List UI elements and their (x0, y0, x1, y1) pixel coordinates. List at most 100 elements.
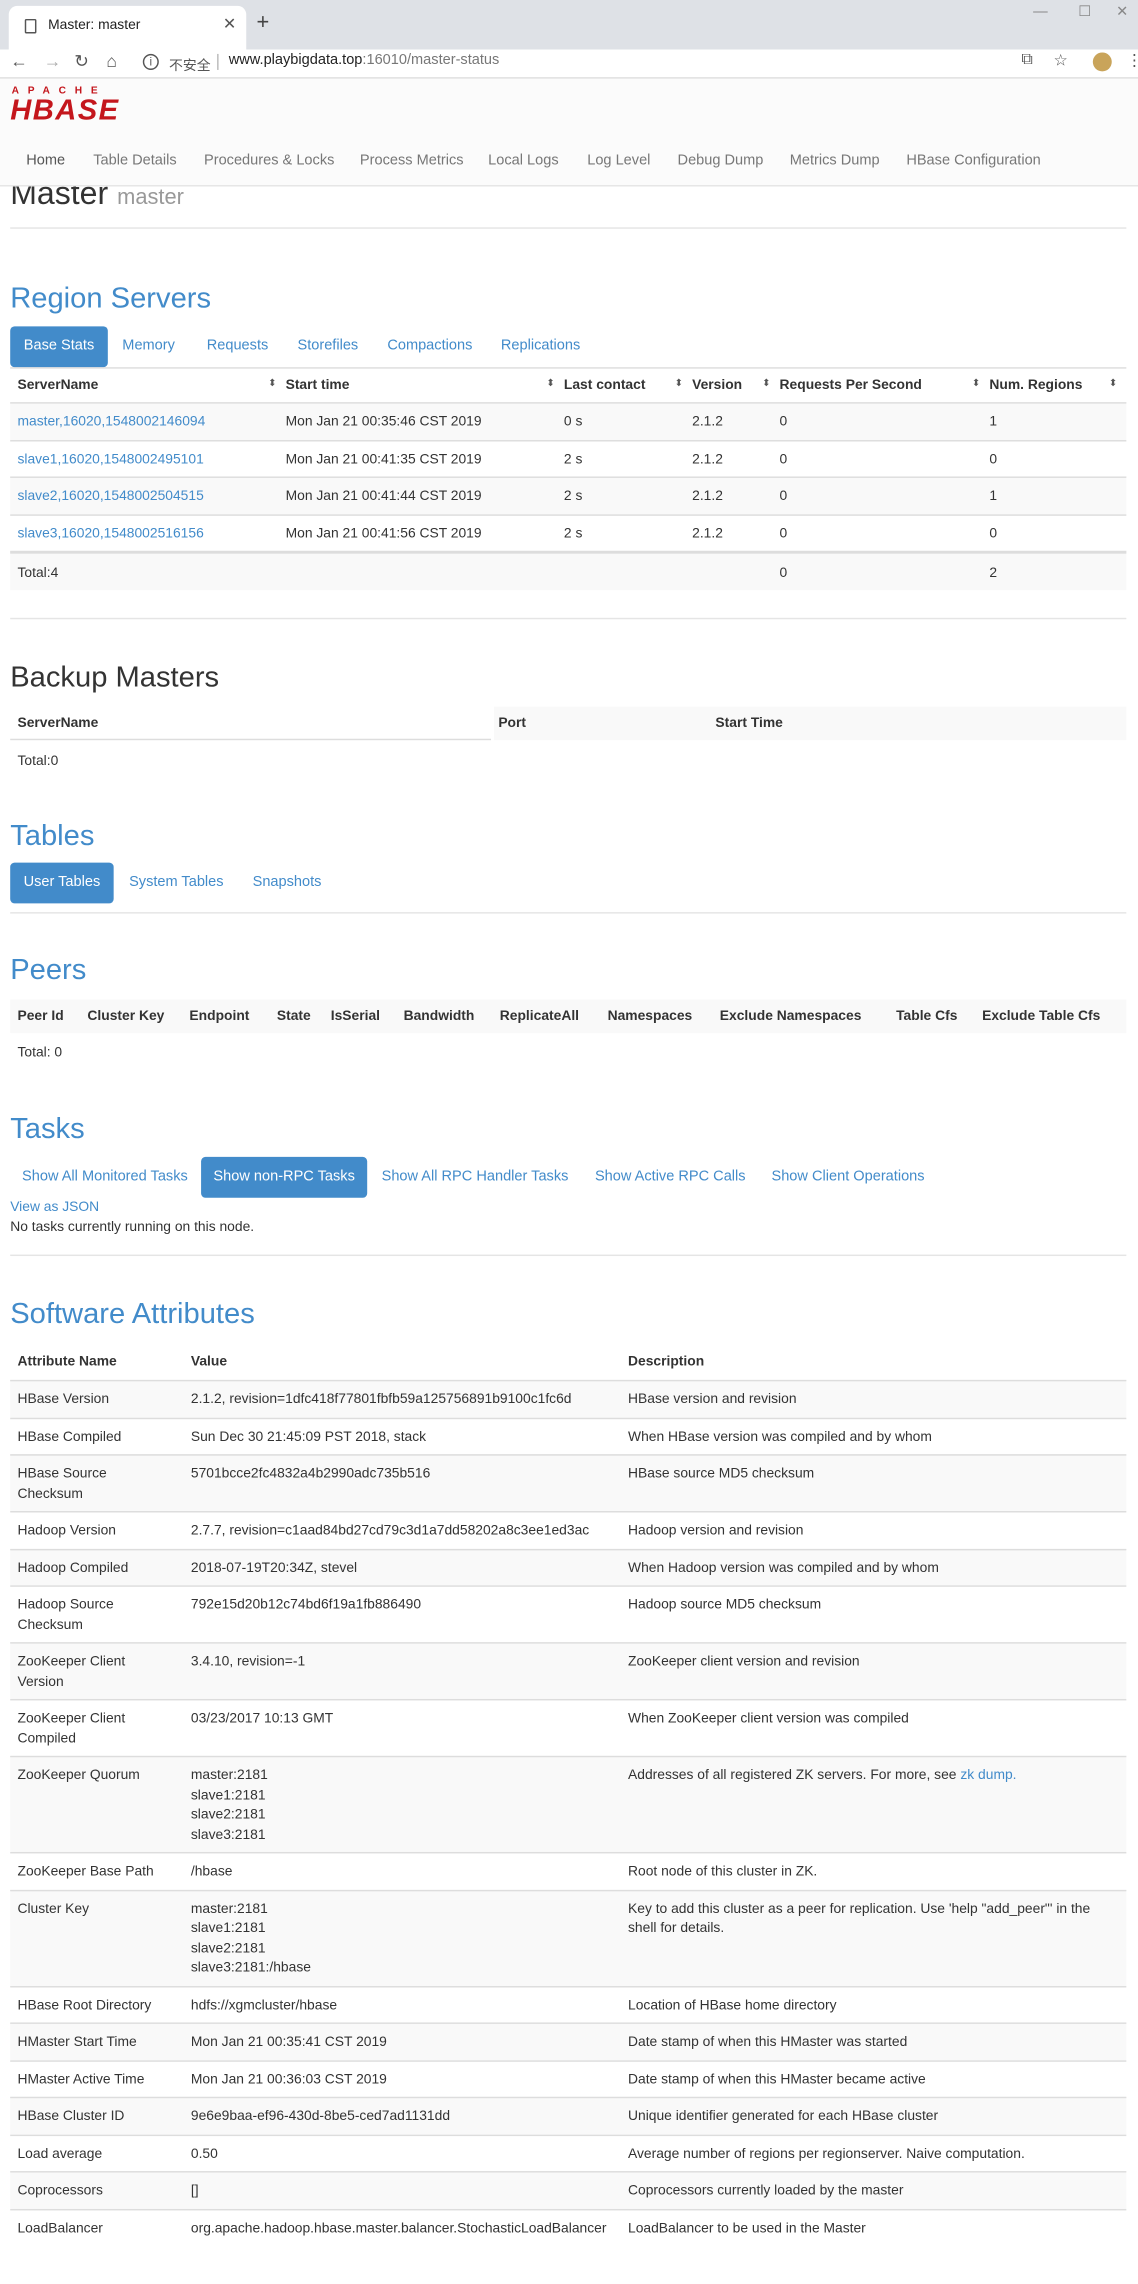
attribute-name: LoadBalancer (17, 2218, 102, 2238)
button-show-all-rpc-handler-tasks[interactable]: Show All RPC Handler Tasks (370, 1157, 580, 1198)
maximize-icon[interactable]: ☐ (1078, 4, 1091, 20)
new-tab-icon[interactable]: + (256, 10, 269, 35)
url-text[interactable]: www.playbigdata.top:16010/master-status (229, 52, 500, 68)
nav-process-metrics[interactable]: Process Metrics (360, 153, 464, 169)
server-name-link[interactable]: master,16020,1548002146094 (17, 412, 205, 432)
tab-replications[interactable]: Replications (491, 326, 590, 367)
server-name-link[interactable]: slave3,16020,1548002516156 (17, 524, 203, 544)
description-text: HBase source MD5 checksum (628, 1465, 815, 1482)
nav-debug-dump[interactable]: Debug Dump (678, 153, 764, 169)
table-cell: Mon Jan 21 00:41:35 CST 2019 (285, 450, 482, 468)
column-header: Start Time (715, 715, 783, 732)
attribute-value-line: master:2181 (190, 1767, 268, 1784)
browser-tab[interactable]: Master: master ✕ (8, 5, 247, 50)
nav-home[interactable]: Home (26, 153, 65, 169)
column-header[interactable]: Requests Per Second (780, 376, 922, 396)
translate-icon[interactable]: ⧉ (1021, 51, 1032, 70)
attribute-name: HMaster Active Time (17, 2070, 144, 2090)
button-show-client-operations[interactable]: Show Client Operations (761, 1157, 936, 1198)
total-requests: 0 (779, 565, 788, 582)
attribute-description: ZooKeeper client version and revision (628, 1652, 860, 1672)
table-cell: 0 (989, 525, 998, 542)
attribute-name: HBase Source Checksum (17, 1464, 106, 1503)
reload-icon[interactable]: ↻ (74, 51, 89, 71)
menu-icon[interactable]: ⋮ (1126, 51, 1138, 69)
home-icon[interactable]: ⌂ (106, 51, 117, 71)
nav-log-level[interactable]: Log Level (587, 153, 650, 169)
server-name-link[interactable]: slave1,16020,1548002495101 (17, 450, 203, 470)
button-show-all-monitored-tasks[interactable]: Show All Monitored Tasks (10, 1157, 199, 1198)
view-as-json-link[interactable]: View as JSON (10, 1199, 99, 1215)
close-window-icon[interactable]: ✕ (1116, 4, 1128, 20)
total-label: Total:4 (17, 565, 59, 582)
table-header: Port Start Time (493, 706, 1127, 741)
nav-hbase-configuration[interactable]: HBase Configuration (906, 153, 1040, 169)
column-header[interactable]: ServerName (17, 376, 98, 396)
attribute-value-line: [] (190, 2182, 199, 2199)
column-header: Port (498, 715, 527, 732)
attribute-description-line: Date stamp of when this HMaster was star… (628, 2033, 907, 2053)
zk-dump-link[interactable]: zk dump. (960, 1767, 1016, 1783)
sort-icon[interactable]: ⬍ (268, 377, 277, 389)
table-row: ZooKeeper Base Path/hbase Root node of th… (10, 1851, 1127, 1889)
column-header[interactable]: Num. Regions (989, 376, 1082, 396)
attribute-description: Date stamp of when this HMaster was star… (628, 2033, 907, 2053)
minimize-icon[interactable]: — (1033, 4, 1048, 20)
forward-icon[interactable]: → (44, 51, 61, 71)
attribute-description-line: When HBase version was compiled and by w… (628, 1427, 932, 1447)
attribute-name-line: Version (17, 1673, 64, 1690)
tab-compactions[interactable]: Compactions (379, 326, 481, 367)
table-cell: 1 (989, 488, 998, 505)
attribute-name: ZooKeeper Quorum (17, 1766, 139, 1786)
table-cell: 0 (779, 413, 788, 430)
column-header: ReplicateAll (499, 1008, 580, 1025)
column-header: Endpoint (189, 1008, 250, 1025)
close-tab-icon[interactable]: ✕ (223, 15, 236, 34)
peers-heading: Peers (10, 954, 87, 987)
sort-icon[interactable]: ⬍ (1109, 377, 1118, 389)
tab-snapshots[interactable]: Snapshots (245, 863, 330, 904)
attribute-name-line: Hadoop Version (17, 1522, 116, 1539)
sort-icon[interactable]: ⬍ (546, 377, 555, 389)
column-header[interactable]: Last contact (564, 376, 646, 396)
back-icon[interactable]: ← (10, 51, 27, 71)
total-label: Total: 0 (17, 1044, 63, 1061)
nav-table-details[interactable]: Table Details (93, 153, 176, 169)
attribute-name-line: HBase Compiled (17, 1428, 122, 1445)
no-tasks-message: No tasks currently running on this node. (10, 1219, 255, 1236)
column-header[interactable]: Version (692, 376, 742, 396)
attribute-name-line: HBase Root Directory (17, 1996, 152, 2013)
attribute-value: Sun Dec 30 21:45:09 PST 2018, stack (191, 1427, 426, 1447)
tab-system-tables[interactable]: System Tables (122, 863, 230, 904)
sort-icon[interactable]: ⬍ (675, 377, 684, 389)
nav-local-logs[interactable]: Local Logs (488, 153, 558, 169)
table-row: ZooKeeper Client Version 3.4.10, revision=… (10, 1642, 1127, 1699)
description-text: HBase version and revision (628, 1391, 797, 1408)
bookmark-star-icon[interactable]: ☆ (1053, 51, 1067, 69)
attribute-value: master:2181 slave1:2181 slave2:2181 slave3:… (191, 1766, 268, 1845)
attribute-description-line: Unique identifier generated for each HBa… (628, 2107, 938, 2127)
sort-icon[interactable]: ⬍ (762, 377, 771, 389)
nav-procedures-locks[interactable]: Procedures & Locks (204, 153, 334, 169)
tab-user-tables[interactable]: User Tables (10, 862, 114, 904)
browser-tab-bar: Master: master ✕ + — ☐ ✕ (0, 0, 1138, 50)
table-row: HBase Version 2.1.2, revision=1dfc418f778… (10, 1379, 1127, 1418)
hbase-logo[interactable]: HBASE (10, 95, 119, 129)
tab-memory[interactable]: Memory (114, 326, 184, 367)
total-label: Total:0 (17, 753, 59, 770)
sort-icon[interactable]: ⬍ (972, 377, 981, 389)
avatar[interactable] (1092, 52, 1112, 72)
tab-base-stats[interactable]: Base Stats (10, 326, 108, 368)
nav-metrics-dump[interactable]: Metrics Dump (790, 153, 880, 169)
tab-storefiles[interactable]: Storefiles (287, 326, 369, 367)
attribute-description-line: Average number of regions per regionserv… (628, 2144, 1025, 2164)
attribute-description-line: Location of HBase home directory (628, 1995, 837, 2015)
omnibox[interactable]: i 不安全 www.playbigdata.top:16010/master-s… (134, 50, 1074, 76)
button-show-active-rpc-calls[interactable]: Show Active RPC Calls (583, 1157, 758, 1198)
attribute-value: hdfs://xgmcluster/hbase (191, 1995, 337, 2015)
column-header[interactable]: Start time (286, 376, 350, 396)
server-name-link[interactable]: slave2,16020,1548002504515 (17, 487, 203, 507)
button-show-non-rpc-tasks[interactable]: Show non-RPC Tasks (201, 1156, 368, 1198)
info-icon[interactable]: i (142, 53, 159, 70)
tab-requests[interactable]: Requests (198, 326, 277, 367)
